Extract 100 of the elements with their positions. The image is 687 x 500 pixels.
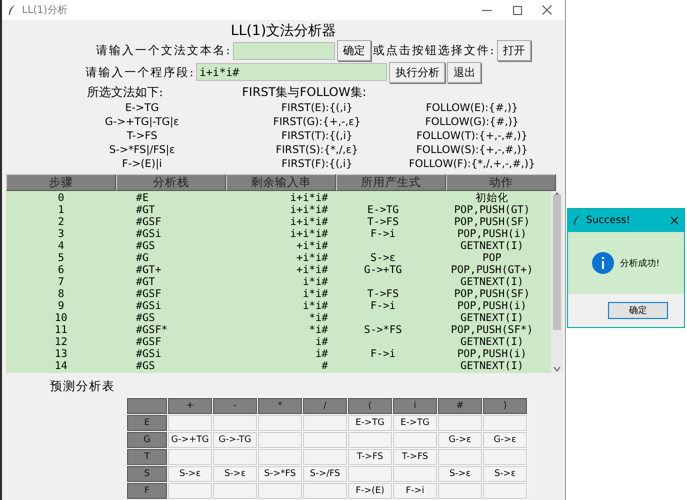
table-cell: S->ε: [168, 466, 212, 482]
first-set-text: FIRST(F):{(,i}: [280, 157, 354, 171]
confirm-button[interactable]: 确定: [337, 40, 371, 62]
table-cell: F->i: [393, 483, 437, 499]
field-label: 请输入一个文法文本名:: [96, 43, 231, 58]
exit-button[interactable]: 退出: [447, 62, 482, 83]
column-header: 剩余输入串: [226, 174, 336, 191]
table-cell-text: POP: [482, 252, 502, 264]
section-title: FIRST集与FOLLOW集:: [242, 84, 368, 101]
table-cell: [303, 415, 347, 431]
table-cell-text: E->TG: [366, 204, 400, 216]
follow-set-text: FOLLOW(S):{+,-,#,)}: [415, 143, 529, 157]
table-cell-text: 3: [56, 228, 66, 240]
follow-set-text: FOLLOW(G):{#,)}: [424, 115, 520, 129]
grammar-file-field[interactable]: [233, 42, 335, 60]
table-cell-text: POP,PUSH(i): [456, 300, 528, 312]
table-cell-text: #GS: [135, 240, 156, 252]
row-header: G: [127, 432, 167, 448]
production-text: F->(E)|i: [121, 157, 163, 171]
dialog-message: 分析成功!: [620, 258, 660, 270]
window-title: LL(1)分析: [22, 4, 68, 17]
table-cell: [438, 415, 482, 431]
table-cell-text: POP,PUSH(SF): [453, 288, 531, 300]
maximize-icon[interactable]: [512, 6, 522, 14]
table-cell: S->ε: [483, 466, 527, 482]
table-cell-text: +i*i#: [295, 240, 328, 252]
table-cell: [258, 449, 302, 465]
table-cell-text: #GSi: [135, 228, 162, 240]
close-icon[interactable]: [670, 216, 679, 225]
feather-icon: [573, 215, 581, 226]
table-cell-text: #GS: [135, 360, 156, 372]
table-cell-text: *i#: [308, 312, 328, 324]
table-cell-text: POP,PUSH(GT+): [450, 264, 534, 276]
first-set-text: FIRST(E):{(,i}: [280, 101, 354, 115]
table-cell: S->ε: [438, 466, 482, 482]
table-cell-text: 12: [54, 336, 68, 348]
first-set-text: FIRST(S):{*,/,ε}: [274, 143, 360, 157]
program-field[interactable]: i+i*i#: [196, 63, 388, 82]
table-cell-text: i+i*i#: [289, 192, 328, 204]
table-cell-text: S->ε: [369, 252, 397, 264]
table-title: 预测分析表: [50, 378, 116, 395]
table-cell-text: POP,PUSH(i): [456, 348, 528, 360]
scrollbar[interactable]: [551, 191, 563, 373]
table-cell-text: S->*FS: [363, 324, 403, 336]
table-cell: F->(E): [348, 483, 392, 499]
table-cell-text: i#: [314, 336, 328, 348]
table-cell: [348, 466, 392, 482]
table-cell-text: 14: [54, 360, 68, 372]
column-header: 分析栈: [116, 174, 226, 191]
table-cell: G->-TG: [213, 432, 257, 448]
table-cell-text: 5: [56, 252, 66, 264]
table-cell-text: F->i: [369, 228, 397, 240]
table-cell-text: 0: [56, 192, 66, 204]
close-icon[interactable]: [542, 5, 552, 15]
table-cell-text: #GS: [135, 312, 156, 324]
table-cell-text: 11: [54, 324, 68, 336]
table-cell-text: #GSi: [135, 348, 162, 360]
table-cell-text: 13: [54, 348, 68, 360]
section-title: 所选文法如下:: [86, 84, 164, 101]
table-cell: E->TG: [348, 415, 392, 431]
table-cell-text: 初始化: [474, 192, 510, 204]
dialog-title: Success!: [586, 215, 632, 226]
table-cell: G->ε: [438, 432, 482, 448]
table-cell-text: #GT: [135, 204, 156, 216]
row-header: F: [127, 483, 167, 499]
table-cell-text: #GSF: [135, 216, 162, 228]
table-cell-text: GETNEXT(I): [459, 276, 525, 288]
table-cell-text: POP,PUSH(SF): [453, 216, 531, 228]
table-cell: G->ε: [483, 432, 527, 448]
table-cell-text: #GSF*: [135, 324, 169, 336]
table-cell-text: #G: [135, 252, 150, 264]
feather-icon: [8, 4, 16, 16]
follow-set-text: FOLLOW(F):{*,/,+,-,#,)}: [408, 157, 536, 171]
ok-button[interactable]: 确定: [608, 302, 668, 319]
column-header: /: [303, 398, 347, 414]
table-cell: [348, 432, 392, 448]
table-cell-text: 9: [56, 300, 66, 312]
table-cell: [258, 415, 302, 431]
table-cell: [213, 415, 257, 431]
table-cell-text: i*i#: [302, 288, 328, 300]
run-button[interactable]: 执行分析: [389, 62, 446, 83]
production-text: E->TG: [124, 101, 160, 115]
column-header: *: [258, 398, 302, 414]
column-header: ): [483, 398, 527, 414]
production-text: T->FS: [126, 129, 158, 143]
table-cell-text: F->i: [369, 300, 397, 312]
table-cell: [258, 432, 302, 448]
table-cell-text: 7: [56, 276, 66, 288]
info-icon: [592, 252, 614, 274]
column-header: -: [213, 398, 257, 414]
table-cell-text: POP,PUSH(SF*): [450, 324, 534, 336]
scroll-down-icon[interactable]: [553, 365, 561, 373]
table-cell: E->TG: [393, 415, 437, 431]
table-cell: S->/FS: [303, 466, 347, 482]
open-button[interactable]: 打开: [496, 40, 531, 62]
table-cell-text: POP,PUSH(i): [456, 228, 528, 240]
table-cell-text: i+i*i#: [289, 216, 328, 228]
table-cell: [303, 449, 347, 465]
column-header: #: [438, 398, 482, 414]
table-cell: G->+TG: [168, 432, 212, 448]
